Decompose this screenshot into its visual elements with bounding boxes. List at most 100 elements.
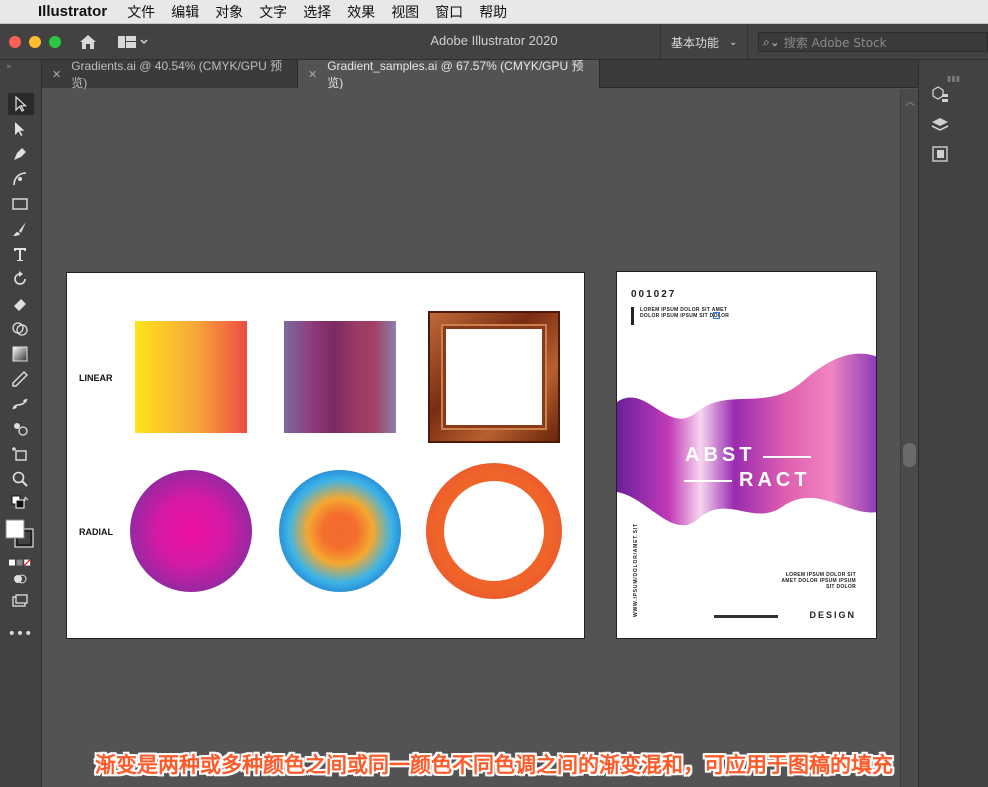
puppet-warp-icon [12,398,28,410]
color-gradient-none-icon [9,559,31,566]
ring-hole [444,481,544,581]
gradient-tool[interactable] [9,343,31,365]
gradient-icon [12,346,28,362]
title-bar: Adobe Illustrator 2020 基本功能 ⌄ ⌕⌄ 搜索 Adob… [0,24,988,60]
selection-tool[interactable] [8,93,34,115]
radial-label: RADIAL [79,527,113,537]
tab-label: Gradient_samples.ai @ 67.57% (CMYK/GPU 预… [327,59,584,90]
poster-bottom-line [714,615,778,618]
zoom-icon [12,471,28,487]
tools-panel: » ••• [0,60,42,787]
search-icon: ⌕⌄ [763,34,780,49]
workspace-switcher[interactable]: 基本功能 ⌄ [660,24,748,60]
eraser-icon [14,299,26,311]
panel-grip[interactable]: ▮▮▮ [947,74,960,83]
paintbrush-icon [13,222,26,236]
curvature-icon [13,172,27,186]
edit-toolbar-more-icon[interactable]: ••• [8,623,33,645]
linear-gradient-yellow-red[interactable] [135,321,247,433]
artboard-tool[interactable] [9,443,31,465]
default-colors-icon [11,495,29,509]
poster-line-top [763,456,811,458]
shape-builder-icon [12,322,28,336]
menu-help[interactable]: 帮助 [479,2,507,22]
selection-arrow-icon [15,95,28,112]
video-subtitle-caption: 渐变是两种或多种颜色之间或同一颜色不同色调之间的渐变混和，可应用于图稿的填充 [95,753,893,777]
shape-builder-tool[interactable] [9,318,31,340]
zoom-tool[interactable] [9,468,31,490]
canvas-vertical-scrollbar[interactable]: ︿ [900,89,918,787]
close-tab-icon[interactable]: ✕ [52,68,61,81]
default-fill-stroke[interactable] [9,493,31,515]
curvature-tool[interactable] [9,168,31,190]
rotate-tool[interactable] [9,268,31,290]
tab-gradients[interactable]: ✕ Gradients.ai @ 40.54% (CMYK/GPU 预览) [42,59,298,90]
symbol-sprayer-tool[interactable] [9,418,31,440]
artboard-icon [12,447,27,461]
frame-inner [446,329,542,425]
tab-gradient-samples[interactable]: ✕ Gradient_samples.ai @ 67.57% (CMYK/GPU… [298,59,600,90]
pen-tool[interactable] [9,143,31,165]
poster-number: 001027 [631,289,677,300]
artboard-gradient-samples[interactable]: LINEAR RADIAL [66,272,585,639]
poster-line-bottom [684,480,732,482]
menu-file[interactable]: 文件 [127,2,155,22]
poster-vertical-url: WWW.IPSUM/DOLOR/AMET.SIT [633,523,639,617]
linear-label: LINEAR [79,373,113,383]
direct-selection-icon [15,122,25,136]
fill-stroke-swatches[interactable] [4,518,36,550]
libraries-icon[interactable] [930,85,950,105]
gradient-picture-frame[interactable] [428,311,560,443]
close-tab-icon[interactable]: ✕ [308,68,317,81]
paintbrush-tool[interactable] [9,218,31,240]
menu-view[interactable]: 视图 [391,2,419,22]
pen-icon [14,148,26,160]
scrollbar-thumb[interactable] [903,443,916,467]
menu-edit[interactable]: 编辑 [171,2,199,22]
workspace-label: 基本功能 [671,35,720,50]
scroll-up-icon[interactable]: ︿ [905,93,915,108]
menu-window[interactable]: 窗口 [435,2,463,22]
radial-gradient-magenta-circle[interactable] [130,470,252,592]
right-panel-dock: ▮▮▮ [918,60,988,787]
eyedropper-tool[interactable] [9,368,31,390]
type-tool[interactable] [9,243,31,265]
mac-menubar: Illustrator 文件 编辑 对象 文字 选择 效果 视图 窗口 帮助 [0,0,988,24]
eyedropper-icon [12,371,28,387]
puppet-warp-tool[interactable] [9,393,31,415]
screen-mode-icon [12,594,28,607]
tab-label: Gradients.ai @ 40.54% (CMYK/GPU 预览) [71,59,283,90]
type-icon [14,248,26,261]
eraser-tool[interactable] [9,293,31,315]
panel-collapse-icon[interactable]: » [6,62,12,72]
chevron-down-icon: ⌄ [729,36,738,48]
menu-app-name[interactable]: Illustrator [38,3,107,20]
rectangle-tool[interactable] [9,193,31,215]
artboard-abstract-poster[interactable]: 001027 LOREM IPSUM DOLOR SIT AMET DOLOR … [616,271,877,639]
menu-type[interactable]: 文字 [259,2,287,22]
fill-stroke-icon [5,519,34,548]
radial-gradient-blue-orange-circle[interactable] [279,470,401,592]
linear-gradient-purple-stripes[interactable] [284,321,396,433]
layers-icon[interactable] [930,115,950,135]
document-tab-bar: ✕ Gradients.ai @ 40.54% (CMYK/GPU 预览) ✕ … [0,59,988,90]
rotate-icon [14,271,26,285]
selection-handle[interactable] [713,312,720,319]
menu-object[interactable]: 对象 [215,2,243,22]
symbol-sprayer-icon [14,423,28,436]
poster-title-abst: ABST [685,444,756,466]
menu-effect[interactable]: 效果 [347,2,375,22]
direct-selection-tool[interactable] [9,118,31,140]
rectangle-icon [12,198,28,210]
stock-search-placeholder: 搜索 Adobe Stock [783,35,887,50]
drawing-mode-button[interactable] [9,568,31,590]
poster-design-label: DESIGN [809,610,856,620]
draw-mode-icon [14,574,27,584]
radial-gradient-ring[interactable] [426,463,562,599]
menu-select[interactable]: 选择 [303,2,331,22]
poster-title-ract: RACT [739,469,811,491]
poster-lorem-bottom: LOREM IPSUM DOLOR SIT AMET DOLOR IPSUM I… [781,572,856,590]
stock-search-input[interactable]: ⌕⌄ 搜索 Adobe Stock [758,32,988,52]
screen-mode-button[interactable] [9,590,31,612]
artboards-panel-icon[interactable] [930,144,950,164]
